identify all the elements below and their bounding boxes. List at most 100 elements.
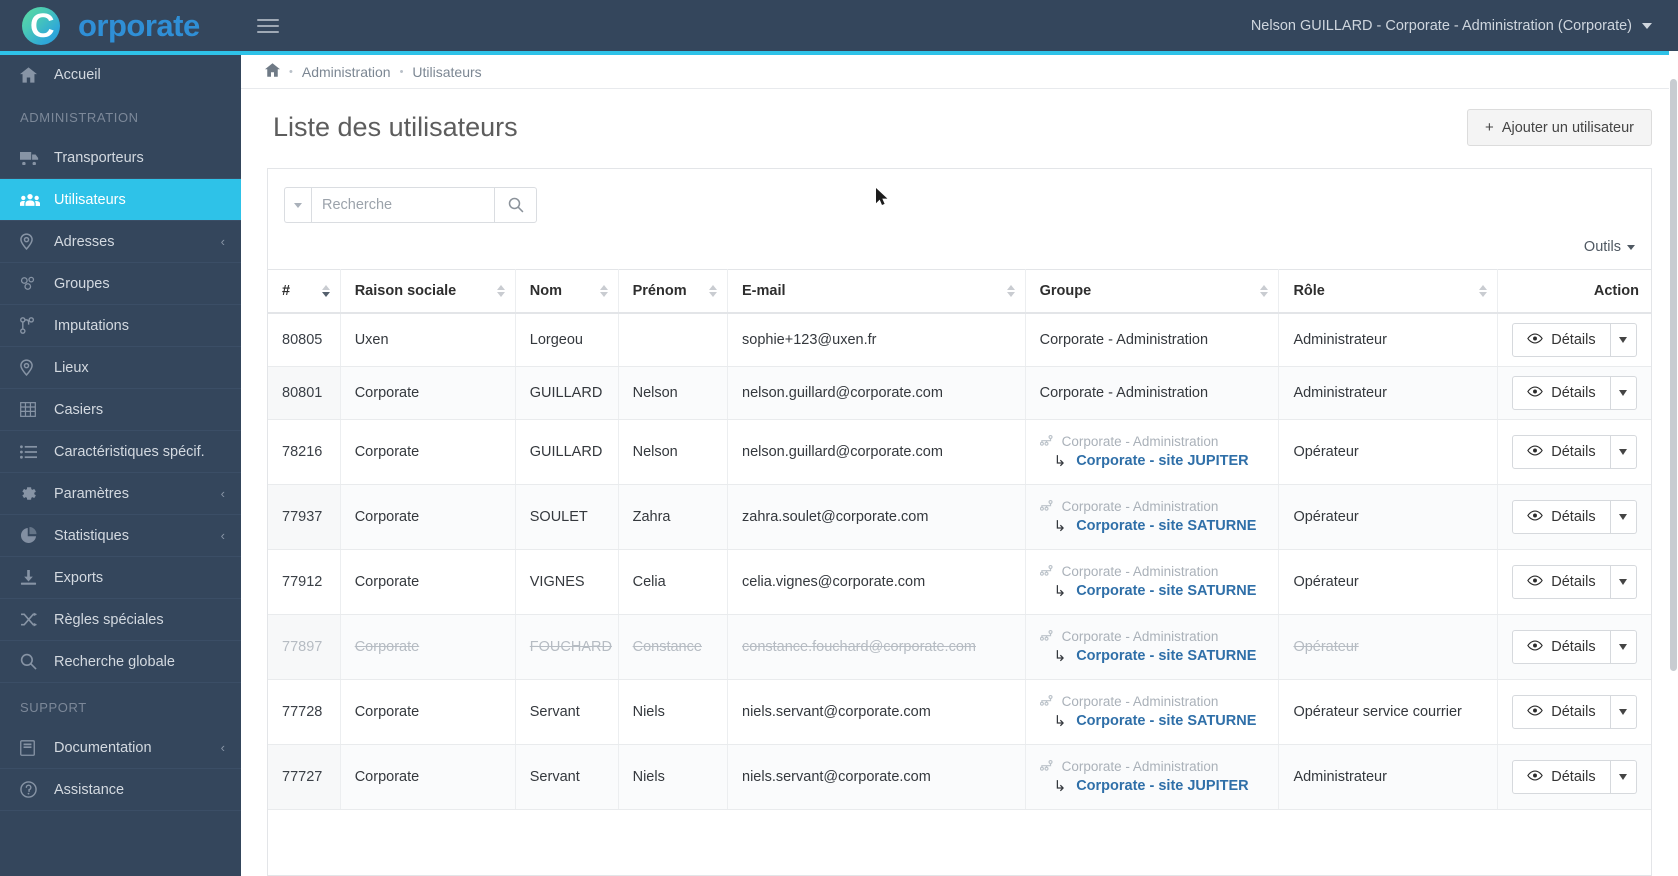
- column-label: Prénom: [632, 283, 687, 299]
- sidebar-item-imputations[interactable]: Imputations: [0, 305, 241, 347]
- cell-groupe: Corporate - Administration ↳ Corporate - s…: [1025, 679, 1280, 745]
- search-icon: [508, 197, 523, 213]
- details-button[interactable]: Détails: [1512, 500, 1611, 534]
- cell-id: 80801: [268, 366, 341, 420]
- group-child[interactable]: ↳ Corporate - site SATURNE: [1040, 582, 1265, 600]
- list-icon: [20, 444, 42, 459]
- sidebar-item-parametres[interactable]: Paramètres ‹: [0, 473, 241, 515]
- tools-dropdown-label: Outils: [1583, 239, 1621, 255]
- user-menu-label: Nelson GUILLARD - Corporate - Administra…: [1250, 17, 1632, 34]
- details-button[interactable]: Détails: [1512, 630, 1611, 664]
- action-button-group: Détails: [1512, 695, 1637, 729]
- details-button-label: Détails: [1551, 332, 1596, 348]
- details-button-label: Détails: [1551, 444, 1596, 460]
- column-header-role[interactable]: Rôle: [1278, 269, 1499, 314]
- cell-prenom: [618, 313, 729, 367]
- action-dropdown-toggle[interactable]: [1610, 565, 1637, 599]
- details-button[interactable]: Détails: [1512, 435, 1611, 469]
- action-dropdown-toggle[interactable]: [1610, 500, 1637, 534]
- sidebar-item-statistiques[interactable]: Statistiques ‹: [0, 515, 241, 557]
- sidebar-item-regles-speciales[interactable]: Règles spéciales: [0, 599, 241, 641]
- sidebar-item-accueil[interactable]: Accueil: [0, 55, 241, 95]
- action-dropdown-toggle[interactable]: [1610, 323, 1637, 357]
- breadcrumb-item-utilisateurs[interactable]: Utilisateurs: [412, 64, 481, 80]
- column-header-prenom[interactable]: Prénom: [618, 269, 729, 314]
- sidebar-item-caracteristiques[interactable]: Caractéristiques spécif.: [0, 431, 241, 473]
- action-dropdown-toggle[interactable]: [1610, 435, 1637, 469]
- users-table-wrapper: # Raison sociale Nom Prénom E-mail Group…: [268, 269, 1651, 875]
- details-button-label: Détails: [1551, 639, 1596, 655]
- sidebar-item-utilisateurs[interactable]: Utilisateurs: [0, 179, 241, 221]
- map-pin-icon: [20, 233, 42, 250]
- column-header-id[interactable]: #: [268, 269, 341, 314]
- cell-groupe: Corporate - Administration: [1025, 366, 1280, 420]
- search-icon: [20, 653, 42, 670]
- chevron-left-icon: ‹: [220, 740, 225, 755]
- column-header-email[interactable]: E-mail: [727, 269, 1026, 314]
- cell-raison-sociale: Corporate: [340, 744, 516, 810]
- search-submit-button[interactable]: [494, 187, 537, 223]
- sort-icon: [1260, 285, 1269, 297]
- scrollbar-thumb[interactable]: [1670, 79, 1677, 671]
- sidebar-item-lieux[interactable]: Lieux: [0, 347, 241, 389]
- search-filter-dropdown[interactable]: [284, 187, 311, 223]
- group-child[interactable]: ↳ Corporate - site SATURNE: [1040, 712, 1265, 730]
- column-label: Groupe: [1039, 283, 1092, 299]
- column-header-raison-sociale[interactable]: Raison sociale: [340, 269, 516, 314]
- breadcrumb-item-administration[interactable]: Administration: [302, 64, 391, 80]
- sidebar-item-adresses[interactable]: Adresses ‹: [0, 221, 241, 263]
- group-child[interactable]: ↳ Corporate - site JUPITER: [1040, 777, 1265, 795]
- tools-dropdown[interactable]: Outils: [1584, 239, 1635, 255]
- action-button-group: Détails: [1512, 500, 1637, 534]
- truck-icon: [20, 151, 42, 165]
- details-button[interactable]: Détails: [1512, 323, 1611, 357]
- group-child[interactable]: ↳ Corporate - site SATURNE: [1040, 517, 1265, 535]
- sidebar-item-casiers[interactable]: Casiers: [0, 389, 241, 431]
- sidebar-item-groupes[interactable]: Groupes: [0, 263, 241, 305]
- cell-id: 77912: [268, 549, 341, 615]
- sidebar-item-label: Statistiques: [54, 527, 129, 544]
- group-child[interactable]: ↳ Corporate - site JUPITER: [1040, 452, 1265, 470]
- sidebar-section-administration: ADMINISTRATION: [20, 110, 139, 125]
- cell-raison-sociale: Corporate: [340, 366, 516, 420]
- details-button[interactable]: Détails: [1512, 760, 1611, 794]
- details-button[interactable]: Détails: [1512, 376, 1611, 410]
- sidebar-item-recherche-globale[interactable]: Recherche globale: [0, 641, 241, 683]
- sidebar-item-assistance[interactable]: Assistance: [0, 769, 241, 811]
- home-icon[interactable]: [265, 63, 280, 80]
- group-parent-label: Corporate - Administration: [1061, 434, 1219, 449]
- table-row: 80801 Corporate GUILLARD Nelson nelson.guill…: [268, 366, 1651, 420]
- sidebar-item-transporteurs[interactable]: Transporteurs: [0, 137, 241, 179]
- brand-logo[interactable]: C orporate: [0, 0, 241, 51]
- action-dropdown-toggle[interactable]: [1610, 695, 1637, 729]
- arrow-return-icon: ↳: [1053, 713, 1067, 730]
- group-child[interactable]: ↳ Corporate - site SATURNE: [1040, 647, 1265, 665]
- page-scrollbar[interactable]: [1669, 51, 1678, 876]
- hamburger-icon[interactable]: [257, 17, 279, 35]
- add-user-button[interactable]: + Ajouter un utilisateur: [1467, 109, 1652, 146]
- action-dropdown-toggle[interactable]: [1610, 760, 1637, 794]
- map-pin-icon: [20, 359, 42, 376]
- eye-icon: [1527, 444, 1544, 460]
- details-button[interactable]: Détails: [1512, 565, 1611, 599]
- cell-raison-sociale: Uxen: [340, 313, 516, 367]
- group-parent: Corporate - Administration: [1039, 629, 1265, 644]
- action-dropdown-toggle[interactable]: [1610, 376, 1637, 410]
- group-child-label: Corporate - site SATURNE: [1076, 583, 1257, 599]
- grid-icon: [20, 402, 42, 417]
- sidebar-item-label: Casiers: [54, 401, 104, 418]
- group-parent: Corporate - Administration: [1039, 434, 1265, 449]
- search-input[interactable]: [311, 187, 494, 223]
- action-dropdown-toggle[interactable]: [1610, 630, 1637, 664]
- column-header-groupe[interactable]: Groupe: [1025, 269, 1280, 314]
- sidebar-item-documentation[interactable]: Documentation ‹: [0, 727, 241, 769]
- column-label: Nom: [529, 283, 562, 299]
- details-button[interactable]: Détails: [1512, 695, 1611, 729]
- group-parent-label: Corporate - Administration: [1061, 694, 1219, 709]
- sidebar-item-exports[interactable]: Exports: [0, 557, 241, 599]
- user-menu[interactable]: Nelson GUILLARD - Corporate - Administra…: [1251, 18, 1678, 34]
- group-parent: Corporate - Administration: [1039, 499, 1265, 514]
- breadcrumb-separator: •: [399, 65, 404, 78]
- cell-role: Opérateur: [1278, 484, 1499, 550]
- column-header-nom[interactable]: Nom: [515, 269, 619, 314]
